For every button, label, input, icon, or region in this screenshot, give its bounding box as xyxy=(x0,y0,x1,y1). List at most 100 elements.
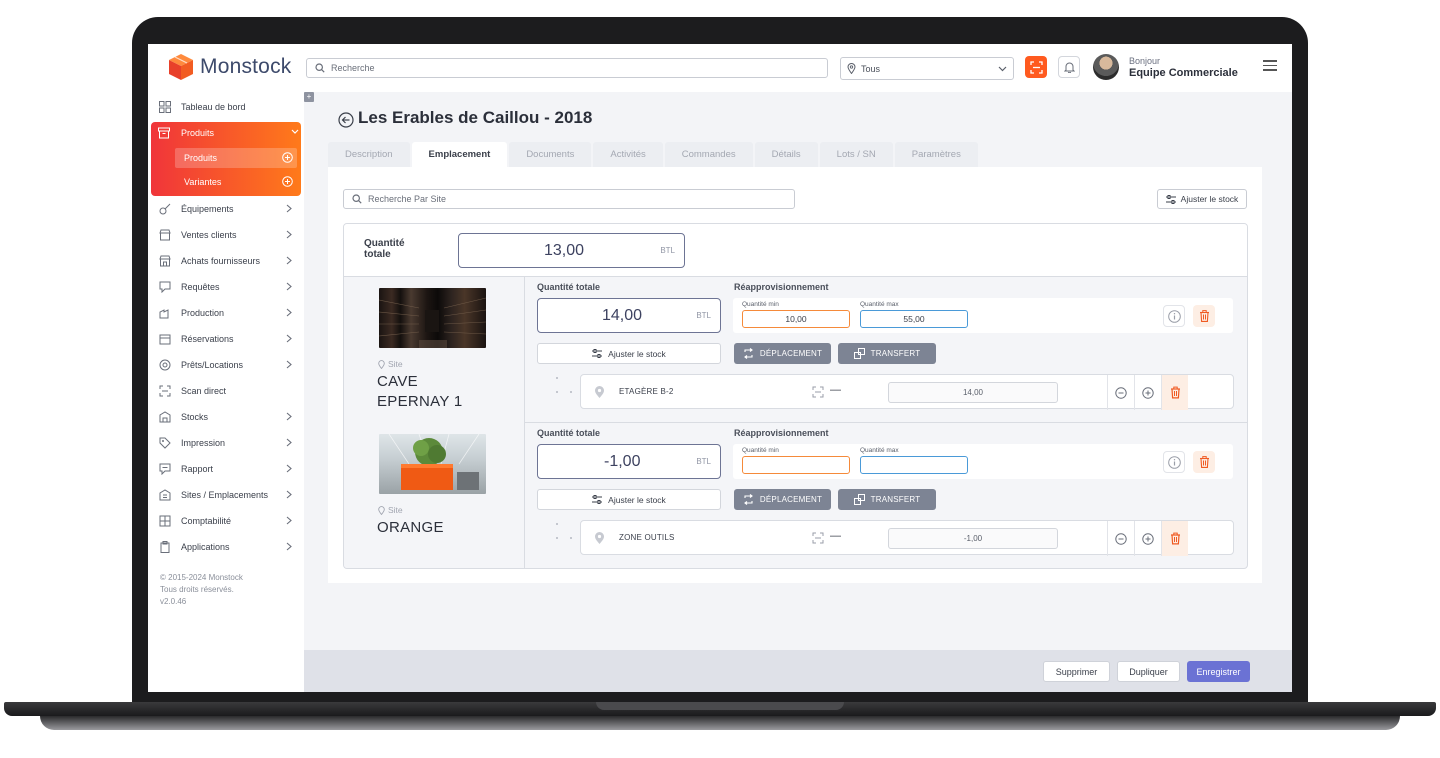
location-filter-value: Tous xyxy=(861,63,881,74)
store-icon xyxy=(158,228,172,242)
site-adjust-stock-button[interactable]: Ajuster le stock xyxy=(537,343,721,364)
sidebar-subitem-products[interactable]: Produits xyxy=(175,148,297,168)
delete-button[interactable]: Supprimer xyxy=(1043,661,1110,682)
trash-icon xyxy=(1199,456,1209,468)
sidebar-item-label: Production xyxy=(181,308,225,318)
info-button[interactable] xyxy=(1163,305,1185,327)
increment-button[interactable] xyxy=(1134,521,1161,556)
avatar[interactable] xyxy=(1093,54,1119,80)
tab-documents[interactable]: Documents xyxy=(509,142,592,167)
tab-details[interactable]: Détails xyxy=(754,142,818,167)
tab-parametres[interactable]: Paramètres xyxy=(894,142,978,167)
hamburger-menu-icon[interactable] xyxy=(1263,60,1277,72)
delete-sub-location-button[interactable] xyxy=(1161,375,1188,410)
site-name: ORANGE xyxy=(377,518,444,538)
site-quantity-field[interactable]: -1,00 BTL xyxy=(537,444,721,479)
sidebar-item-products[interactable]: Produits xyxy=(158,122,299,144)
map-pin-icon xyxy=(595,532,604,544)
max-quantity-input[interactable]: 55,00 xyxy=(860,310,968,328)
delete-sub-location-button[interactable] xyxy=(1161,521,1188,556)
scan-button[interactable] xyxy=(1025,56,1047,78)
report-icon xyxy=(158,462,172,476)
move-button[interactable]: DÉPLACEMENT xyxy=(734,343,831,364)
add-circle-icon[interactable] xyxy=(282,152,293,163)
site-adjust-stock-label: Ajuster le stock xyxy=(608,348,666,359)
min-quantity-input[interactable]: 10,00 xyxy=(742,310,850,328)
barcode-scan-icon[interactable] xyxy=(812,386,824,398)
sidebar-item-production[interactable]: Production xyxy=(148,300,304,326)
move-button[interactable]: DÉPLACEMENT xyxy=(734,489,831,510)
sub-location-quantity[interactable]: 14,00 xyxy=(888,382,1058,403)
sidebar-subitem-variants[interactable]: Variantes xyxy=(175,172,297,192)
tab-description[interactable]: Description xyxy=(328,142,410,167)
sidebar-item-sites[interactable]: Sites / Emplacements xyxy=(148,482,304,508)
site-info: Site CAVE EPERNAY 1 xyxy=(344,277,525,423)
logo[interactable]: Monstock xyxy=(166,52,291,82)
min-quantity-input[interactable] xyxy=(742,456,850,474)
sidebar-item-label: Tableau de bord xyxy=(181,102,246,112)
tab-activites[interactable]: Activités xyxy=(593,142,663,167)
info-button[interactable] xyxy=(1163,451,1185,473)
sidebar-item-purchases[interactable]: Achats fournisseurs xyxy=(148,248,304,274)
sidebar-item-print[interactable]: Impression xyxy=(148,430,304,456)
decrement-button[interactable] xyxy=(1107,375,1134,410)
duplicate-button[interactable]: Dupliquer xyxy=(1117,661,1180,682)
sub-location-name: ZONE OUTILS xyxy=(619,533,675,542)
total-quantity-field[interactable]: 13,00 BTL xyxy=(458,233,685,268)
request-icon xyxy=(158,280,172,294)
tab-commandes[interactable]: Commandes xyxy=(664,142,753,167)
sidebar-item-accounting[interactable]: Comptabilité xyxy=(148,508,304,534)
delete-site-button[interactable] xyxy=(1193,451,1215,473)
global-search[interactable] xyxy=(306,58,828,78)
site-row: Site CAVE EPERNAY 1 Quantité totale Réap… xyxy=(344,277,1247,423)
location-icon xyxy=(158,358,172,372)
add-circle-icon[interactable] xyxy=(282,176,293,187)
sub-location-quantity[interactable]: -1,00 xyxy=(888,528,1058,549)
delete-site-button[interactable] xyxy=(1193,305,1215,327)
site-adjust-stock-button[interactable]: Ajuster le stock xyxy=(537,489,721,510)
sidebar-item-reservations[interactable]: Réservations xyxy=(148,326,304,352)
location-filter-select[interactable]: Tous xyxy=(840,57,1014,80)
tab-emplacement[interactable]: Emplacement xyxy=(411,142,508,167)
chevron-right-icon xyxy=(286,464,292,473)
notifications-button[interactable] xyxy=(1058,56,1080,78)
sidebar-item-sales[interactable]: Ventes clients xyxy=(148,222,304,248)
tree-connector xyxy=(556,523,572,539)
transfer-icon xyxy=(853,494,865,505)
sidebar-item-requests[interactable]: Requêtes xyxy=(148,274,304,300)
total-quantity-label: Quantité totale xyxy=(364,238,405,260)
unit-label: BTL xyxy=(696,311,711,320)
max-quantity-input[interactable] xyxy=(860,456,968,474)
sidebar-item-report[interactable]: Rapport xyxy=(148,456,304,482)
transfer-button[interactable]: TRANSFERT xyxy=(838,343,936,364)
chevron-right-icon xyxy=(286,282,292,291)
archive-icon xyxy=(158,126,172,140)
site-quantity-field[interactable]: 14,00 BTL xyxy=(537,298,721,333)
sidebar-item-stocks[interactable]: Stocks xyxy=(148,404,304,430)
decrement-button[interactable] xyxy=(1107,521,1134,556)
save-button[interactable]: Enregistrer xyxy=(1187,661,1250,682)
accounting-icon xyxy=(158,514,172,528)
increment-button[interactable] xyxy=(1134,375,1161,410)
transfer-button[interactable]: TRANSFERT xyxy=(838,489,936,510)
chevron-down-icon xyxy=(291,129,299,134)
site-search[interactable] xyxy=(343,189,795,209)
sidebar-item-scan[interactable]: Scan direct xyxy=(148,378,304,404)
sidebar-item-label: Achats fournisseurs xyxy=(181,256,261,266)
sidebar-item-dashboard[interactable]: Tableau de bord xyxy=(148,94,304,120)
back-arrow-icon[interactable] xyxy=(338,112,354,128)
adjust-stock-button[interactable]: Ajuster le stock xyxy=(1157,189,1247,209)
sidebar-item-equipment[interactable]: Équipements xyxy=(148,196,304,222)
barcode-scan-icon[interactable] xyxy=(812,532,824,544)
sidebar-collapse-button[interactable]: + xyxy=(304,92,314,102)
sidebar-item-applications[interactable]: Applications xyxy=(148,534,304,560)
chevron-right-icon xyxy=(286,308,292,317)
search-input[interactable] xyxy=(331,63,792,73)
total-quantity-value: 13,00 xyxy=(544,241,585,259)
sidebar-item-loans[interactable]: Prêts/Locations xyxy=(148,352,304,378)
chevron-right-icon xyxy=(286,516,292,525)
user-greeting[interactable]: Bonjour Equipe Commerciale xyxy=(1129,56,1238,79)
site-search-input[interactable] xyxy=(368,194,766,204)
tab-lots-sn[interactable]: Lots / SN xyxy=(819,142,893,167)
sidebar-item-label: Rapport xyxy=(181,464,214,474)
